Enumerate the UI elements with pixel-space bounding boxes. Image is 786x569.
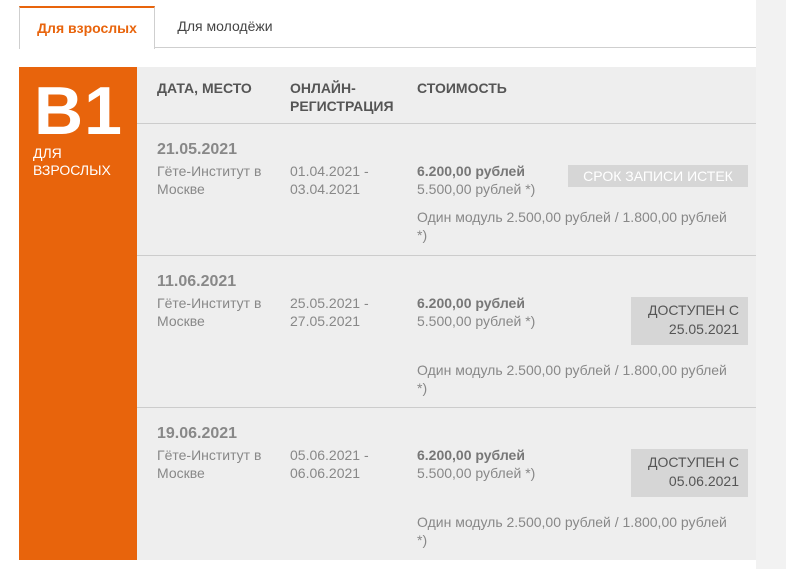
status-date: 25.05.2021 [668, 321, 739, 337]
price-reduced: 5.500,00 рублей *) [417, 181, 536, 197]
status-date: 05.06.2021 [668, 473, 739, 489]
registration-period: 25.05.2021 - 27.05.2021 [290, 295, 369, 329]
table-header: ДАТА, МЕСТО ОНЛАЙН-РЕГИСТРАЦИЯ СТОИМОСТЬ [137, 67, 756, 124]
status-label: ДОСТУПЕН С [648, 302, 739, 318]
module-price: Один модуль 2.500,00 рублей / 1.800,00 р… [417, 514, 727, 548]
table-row: 21.05.2021 Гёте-Институт в Москве 01.04.… [137, 124, 756, 256]
tab-adults[interactable]: Для взрослых [19, 6, 155, 49]
exam-date: 19.06.2021 [157, 425, 238, 442]
price-main: 6.200,00 рублей [417, 163, 525, 179]
level-code: B1 [34, 73, 123, 149]
page: Для взрослых Для молодёжи B1 Для взрослы… [0, 0, 786, 569]
exam-date: 21.05.2021 [157, 141, 238, 158]
status-label: ДОСТУПЕН С [648, 454, 739, 470]
price-main: 6.200,00 рублей [417, 447, 525, 463]
table-row: 11.06.2021 Гёте-Институт в Москве 25.05.… [137, 256, 756, 408]
registration-period: 01.04.2021 - 03.04.2021 [290, 163, 369, 197]
status-badge: СРОК ЗАПИСИ ИСТЕК [568, 165, 748, 187]
level-badge: B1 Для взрослых [19, 67, 137, 560]
header-registration: ОНЛАЙН-РЕГИСТРАЦИЯ [290, 80, 394, 114]
exam-block: B1 Для взрослых ДАТА, МЕСТО ОНЛАЙН-РЕГИС… [19, 67, 756, 560]
exam-place: Гёте-Институт в Москве [157, 163, 262, 197]
right-gutter [756, 0, 786, 569]
price-reduced: 5.500,00 рублей *) [417, 313, 536, 329]
table-row: 19.06.2021 Гёте-Институт в Москве 05.06.… [137, 408, 756, 560]
level-subtitle: Для взрослых [33, 145, 111, 178]
module-price: Один модуль 2.500,00 рублей / 1.800,00 р… [417, 362, 727, 396]
status-badge: ДОСТУПЕН С 25.05.2021 [631, 297, 748, 345]
header-date-place: ДАТА, МЕСТО [157, 80, 252, 96]
tab-youth[interactable]: Для молодёжи [155, 6, 295, 48]
exam-place: Гёте-Институт в Москве [157, 295, 262, 329]
tab-bar: Для взрослых Для молодёжи [19, 6, 756, 49]
header-cost: СТОИМОСТЬ [417, 80, 507, 96]
registration-period: 05.06.2021 - 06.06.2021 [290, 447, 369, 481]
exam-date: 11.06.2021 [157, 273, 237, 290]
price-reduced: 5.500,00 рублей *) [417, 465, 536, 481]
exam-place: Гёте-Институт в Москве [157, 447, 262, 481]
status-badge: ДОСТУПЕН С 05.06.2021 [631, 449, 748, 497]
exam-table: ДАТА, МЕСТО ОНЛАЙН-РЕГИСТРАЦИЯ СТОИМОСТЬ… [137, 67, 756, 560]
module-price: Один модуль 2.500,00 рублей / 1.800,00 р… [417, 209, 727, 243]
price-main: 6.200,00 рублей [417, 295, 525, 311]
